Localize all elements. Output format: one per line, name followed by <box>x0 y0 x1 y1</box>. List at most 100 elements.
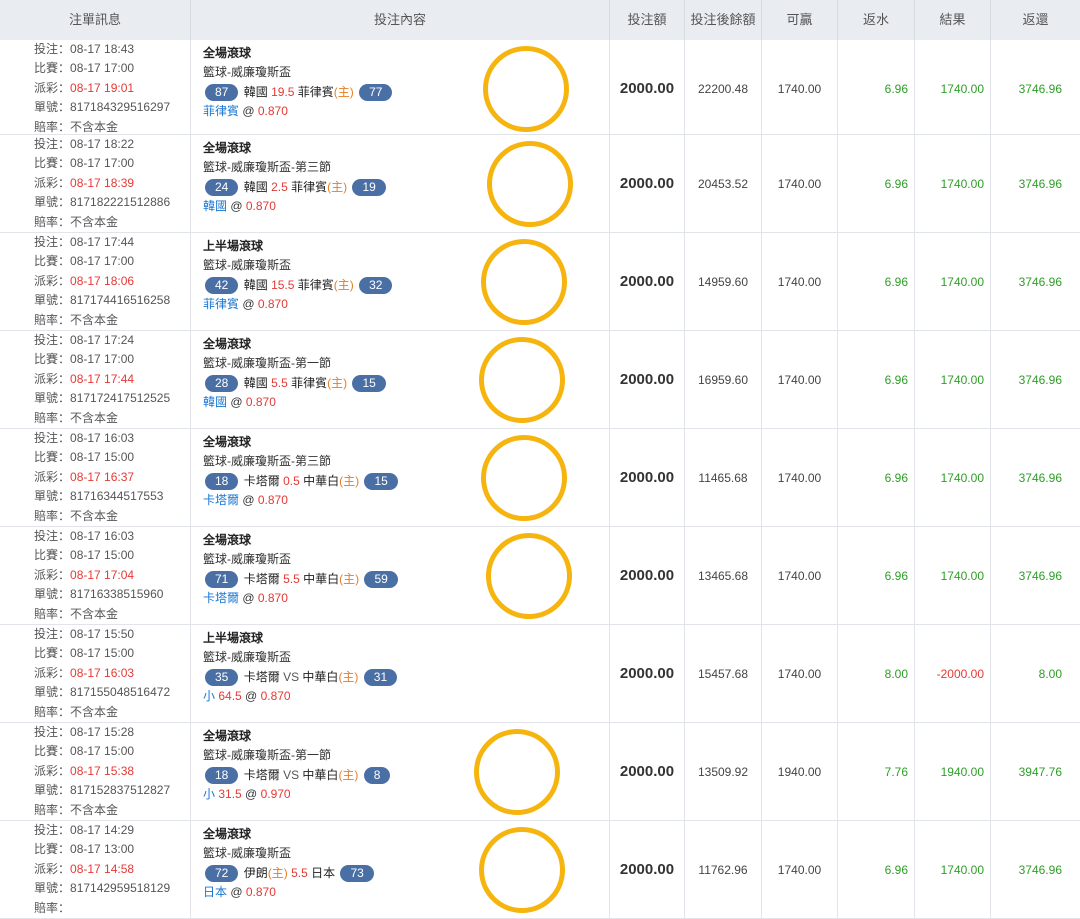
info-line-order: 單號：817182221512886 <box>34 193 190 212</box>
return-cell: 3746.96 <box>1018 863 1062 877</box>
highlight-circle <box>479 827 565 913</box>
info-line-settle: 派彩：08-17 17:44 <box>34 370 190 389</box>
score-line: 35 卡塔爾 VS 中華白(主) 31 <box>203 668 609 687</box>
pick-total: 31.5 <box>218 787 242 802</box>
pick-name: 菲律賓 <box>203 297 240 312</box>
bet-content-cell: 全場滾球 籃球-威廉瓊斯盃 87 韓國 19.5 菲律賓(主) 77 菲律賓 @ 0.… <box>191 40 610 134</box>
team2-name: 菲律賓 <box>291 375 328 390</box>
at-sign: @ <box>239 104 258 119</box>
info-line-odds-rate: 賠率：不含本金 <box>34 801 190 820</box>
balance-cell: 16959.60 <box>685 331 762 428</box>
info-label: 派彩： <box>34 80 71 95</box>
table-row[interactable]: 投注：08-17 15:50 比賽：08-17 15:00 派彩：08-17 16:… <box>0 625 1080 723</box>
pick-name: 菲律賓 <box>203 104 240 119</box>
highlight-circle <box>486 533 572 619</box>
info-line-order: 單號：817172417512525 <box>34 389 190 408</box>
table-row[interactable]: 投注：08-17 17:24 比賽：08-17 17:00 派彩：08-17 17:… <box>0 331 1080 429</box>
info-value: 不含本金 <box>70 802 119 817</box>
info-line-settle: 派彩：08-17 16:37 <box>34 468 190 487</box>
team1-name: 卡塔爾 <box>243 473 280 488</box>
bet-content-cell: 全場滾球 籃球-威廉瓊斯盃-第一節 18 卡塔爾 VS 中華白(主) 8小 31.5… <box>191 723 610 820</box>
result-cell: 1740.00 <box>915 40 991 134</box>
win-cell: 1740.00 <box>762 135 838 232</box>
table-row[interactable]: 投注：08-17 18:43 比賽：08-17 17:00 派彩：08-17 19:… <box>0 40 1080 135</box>
info-value: 08-17 17:00 <box>70 352 135 367</box>
table-row[interactable]: 投注：08-17 14:29 比賽：08-17 13:00 派彩：08-17 14:… <box>0 821 1080 919</box>
info-label: 賠率： <box>34 410 71 425</box>
header-bet-info[interactable]: 注單訊息 <box>0 0 191 40</box>
table-row[interactable]: 投注：08-17 16:03 比賽：08-17 15:00 派彩：08-17 17:… <box>0 527 1080 625</box>
rebate-cell: 6.96 <box>838 331 915 428</box>
bet-content-cell: 全場滾球 籃球-威廉瓊斯盃-第三節 24 韓國 2.5 菲律賓(主) 19 韓國 @ … <box>191 135 610 232</box>
header-balance[interactable]: 投注後餘額 <box>685 0 762 40</box>
bet-info-cell: 投注：08-17 18:43 比賽：08-17 17:00 派彩：08-17 19:… <box>0 40 191 134</box>
info-value: 08-17 18:22 <box>70 137 135 151</box>
bet-info-cell: 投注：08-17 15:28 比賽：08-17 15:00 派彩：08-17 15:… <box>0 723 191 820</box>
result-cell: 1740.00 <box>915 527 991 624</box>
info-label: 賠率： <box>34 900 71 915</box>
info-line-bet: 投注：08-17 17:24 <box>34 331 190 350</box>
table-row[interactable]: 投注：08-17 16:03 比賽：08-17 15:00 派彩：08-17 16:… <box>0 429 1080 527</box>
bet-type-title: 上半場滾球 <box>203 631 264 645</box>
info-label: 比賽： <box>34 450 71 465</box>
result-cell: 1740.00 <box>915 821 991 918</box>
header-rebate[interactable]: 返水 <box>838 0 915 40</box>
info-label: 單號： <box>34 489 71 504</box>
amount-cell: 2000.00 <box>610 723 685 820</box>
pick-odds: 0.870 <box>245 199 276 214</box>
pick-total: 64.5 <box>218 689 242 704</box>
highlight-circle <box>487 141 573 227</box>
info-line-odds-rate: 賠率：不含本金 <box>34 507 190 526</box>
return-cell: 8.00 <box>1038 667 1062 681</box>
info-value: 08-17 14:58 <box>70 861 135 876</box>
team1-name: 卡塔爾 <box>243 571 280 586</box>
at-sign: @ <box>227 885 246 900</box>
info-value: 不含本金 <box>70 312 119 327</box>
header-return[interactable]: 返還 <box>991 0 1080 40</box>
return-cell: 3746.96 <box>1018 569 1062 583</box>
balance-cell: 11762.96 <box>685 821 762 918</box>
left-score-badge: 18 <box>205 473 239 491</box>
result-cell: 1740.00 <box>915 331 991 428</box>
handicap-value: 2.5 <box>271 179 288 194</box>
info-value: 817182221512886 <box>70 195 171 210</box>
left-score-badge: 87 <box>205 84 239 102</box>
info-label: 投注： <box>34 627 71 641</box>
win-cell: 1740.00 <box>762 233 838 330</box>
info-label: 派彩： <box>34 665 71 680</box>
amount-cell: 2000.00 <box>610 527 685 624</box>
info-label: 比賽： <box>34 646 71 661</box>
table-row[interactable]: 投注：08-17 15:28 比賽：08-17 15:00 派彩：08-17 15:… <box>0 723 1080 821</box>
info-line-odds-rate: 賠率：不含本金 <box>34 118 190 134</box>
info-value: 08-17 17:00 <box>70 61 135 76</box>
team1-name: 伊朗 <box>243 865 268 880</box>
left-score-badge: 71 <box>205 571 239 589</box>
bet-history-table: 注單訊息 投注內容 投注額 投注後餘額 可贏 返水 結果 返還 投注：08-17… <box>0 0 1080 919</box>
rebate-cell: 6.96 <box>838 233 915 330</box>
bet-info-cell: 投注：08-17 15:50 比賽：08-17 15:00 派彩：08-17 16:… <box>0 625 191 722</box>
info-label: 比賽： <box>34 352 71 367</box>
info-label: 派彩： <box>34 763 71 778</box>
info-line-match: 比賽：08-17 15:00 <box>34 742 190 761</box>
info-value: 817152837512827 <box>70 783 171 798</box>
header-result[interactable]: 結果 <box>915 0 991 40</box>
header-bet-content[interactable]: 投注內容 <box>191 0 610 40</box>
handicap-value: VS <box>283 767 300 782</box>
at-sign: @ <box>239 493 258 508</box>
info-line-match: 比賽：08-17 17:00 <box>34 59 190 78</box>
table-row[interactable]: 投注：08-17 18:22 比賽：08-17 17:00 派彩：08-17 18:… <box>0 135 1080 233</box>
team1-name: 卡塔爾 <box>243 767 280 782</box>
table-row[interactable]: 投注：08-17 17:44 比賽：08-17 17:00 派彩：08-17 18:… <box>0 233 1080 331</box>
info-line-settle: 派彩：08-17 15:38 <box>34 762 190 781</box>
bet-info-cell: 投注：08-17 18:22 比賽：08-17 17:00 派彩：08-17 18:… <box>0 135 191 232</box>
info-value: 08-17 15:00 <box>70 450 135 465</box>
header-amount[interactable]: 投注額 <box>610 0 685 40</box>
header-win[interactable]: 可贏 <box>762 0 838 40</box>
right-score-badge: 77 <box>359 84 393 102</box>
info-value: 不含本金 <box>70 119 119 134</box>
info-label: 賠率： <box>34 214 71 229</box>
amount-cell: 2000.00 <box>610 625 685 722</box>
win-cell: 1740.00 <box>762 429 838 526</box>
right-score-badge: 15 <box>352 375 386 393</box>
return-cell: 3746.96 <box>1018 373 1062 387</box>
